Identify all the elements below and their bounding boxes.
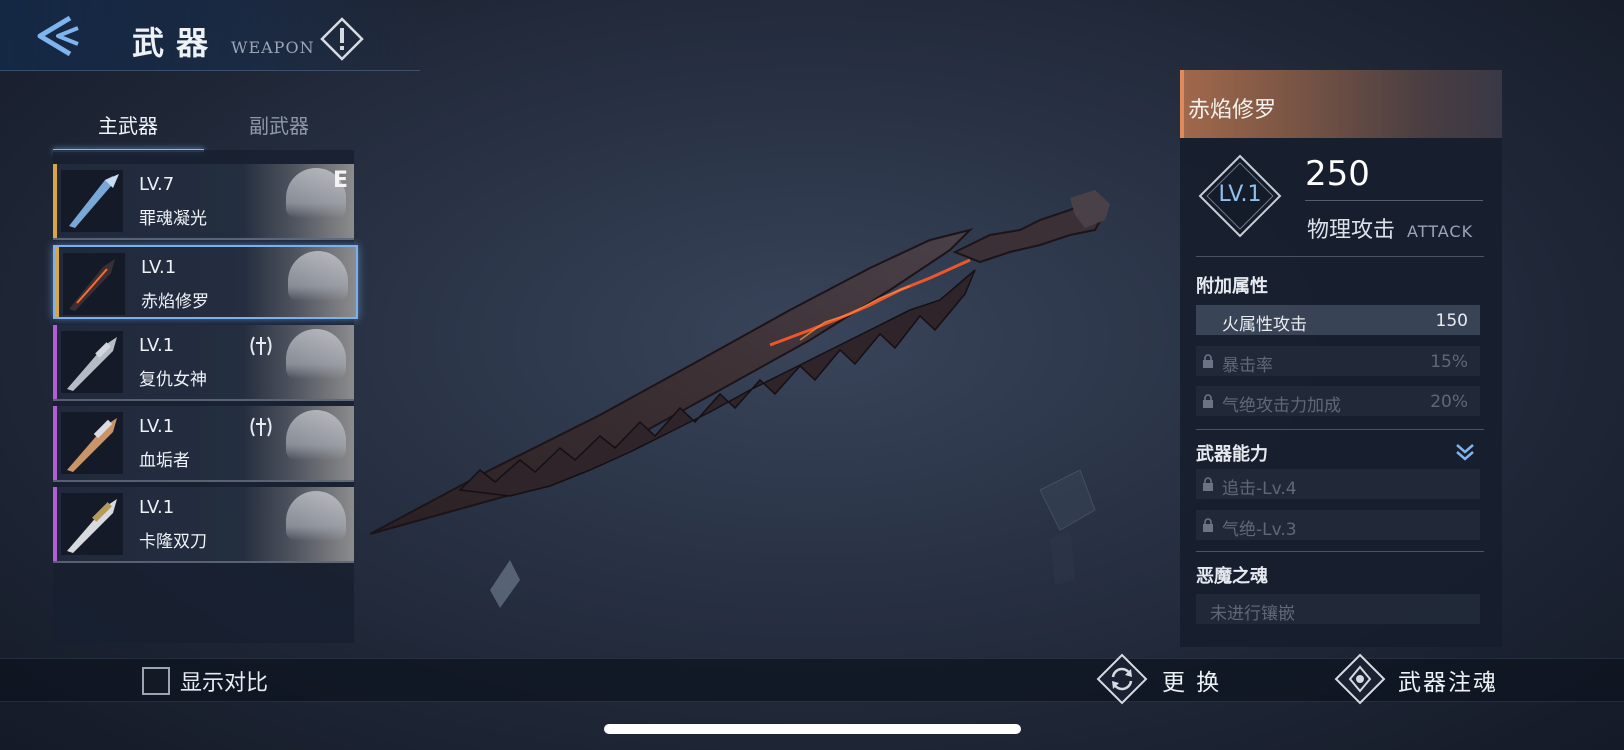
character-portrait bbox=[244, 487, 354, 561]
weapon-level: LV.7 bbox=[139, 174, 175, 195]
rarity-bar bbox=[55, 247, 59, 317]
weapon-row[interactable]: LV.1 复仇女神 bbox=[53, 325, 354, 401]
weapon-thumbnail bbox=[63, 253, 125, 315]
detail-header-accent bbox=[1180, 70, 1184, 138]
weapon-row-selected[interactable]: LV.1 赤焰修罗 bbox=[53, 245, 358, 319]
ability-name: 追击-Lv.4 bbox=[1222, 479, 1297, 499]
weapon-name: 复仇女神 bbox=[139, 370, 207, 390]
weapon-artwork bbox=[370, 190, 1110, 535]
attack-label-en: ATTACK bbox=[1407, 222, 1474, 241]
lock-icon bbox=[1203, 394, 1213, 408]
lock-icon bbox=[1203, 518, 1213, 532]
attribute-value: 150 bbox=[1435, 311, 1468, 331]
double-chevron-down-icon[interactable] bbox=[1454, 442, 1476, 462]
attribute-name: 火属性攻击 bbox=[1222, 315, 1307, 335]
weapon-level: LV.1 bbox=[139, 335, 175, 356]
weapon-thumbnail bbox=[61, 170, 123, 232]
attribute-value: 20% bbox=[1430, 392, 1468, 412]
skill-icon bbox=[250, 417, 272, 437]
compare-label[interactable]: 显示对比 bbox=[180, 665, 268, 697]
weapon-name: 赤焰修罗 bbox=[141, 292, 209, 312]
replace-button[interactable]: 更 换 bbox=[1162, 663, 1221, 697]
demon-soul-slot[interactable]: 未进行镶嵌 bbox=[1196, 594, 1480, 624]
floating-shard bbox=[490, 560, 520, 608]
rarity-bar bbox=[53, 325, 57, 399]
attack-label: 物理攻击 bbox=[1307, 218, 1396, 243]
rarity-bar bbox=[53, 487, 57, 561]
section-divider bbox=[1196, 551, 1484, 552]
tab-main-weapon[interactable]: 主武器 bbox=[53, 108, 203, 150]
rarity-bar bbox=[53, 406, 57, 480]
page-title-en: WEAPON bbox=[231, 38, 315, 57]
attribute-value: 15% bbox=[1430, 352, 1468, 372]
weapon-level: LV.1 bbox=[141, 257, 177, 278]
weapon-abilities-title: 武器能力 bbox=[1196, 444, 1268, 465]
weapon-thumbnail bbox=[61, 493, 123, 555]
weapon-level: LV.1 bbox=[139, 497, 175, 518]
section-divider bbox=[1196, 256, 1484, 257]
section-divider bbox=[1196, 429, 1484, 430]
lock-icon bbox=[1203, 477, 1213, 491]
attribute-row-locked: 暴击率 15% bbox=[1196, 346, 1480, 376]
demon-soul-title: 恶魔之魂 bbox=[1196, 566, 1268, 587]
swap-icon[interactable] bbox=[1096, 653, 1148, 705]
weapon-row[interactable]: LV.1 卡隆双刀 bbox=[53, 487, 354, 563]
attribute-row-locked: 气绝攻击力加成 20% bbox=[1196, 386, 1480, 416]
skill-icon bbox=[250, 336, 272, 356]
back-arrow-icon[interactable] bbox=[28, 14, 84, 58]
compare-checkbox[interactable] bbox=[142, 667, 170, 695]
extra-attributes-title: 附加属性 bbox=[1196, 276, 1268, 297]
floating-shard bbox=[1040, 470, 1096, 585]
page-title: 武器 bbox=[132, 24, 221, 62]
home-indicator[interactable] bbox=[604, 724, 1021, 734]
weapon-name: 卡隆双刀 bbox=[139, 532, 207, 552]
weapon-row[interactable]: LV.7 罪魂凝光 E bbox=[53, 164, 354, 240]
attribute-name: 气绝攻击力加成 bbox=[1222, 396, 1341, 416]
attack-divider bbox=[1305, 200, 1483, 201]
ability-row-locked: 气绝-Lv.3 bbox=[1196, 510, 1480, 540]
tab-sub-weapon[interactable]: 副武器 bbox=[204, 108, 354, 150]
weapon-level: LV.1 bbox=[139, 416, 175, 437]
infuse-icon[interactable] bbox=[1334, 653, 1386, 705]
weapon-thumbnail bbox=[61, 412, 123, 474]
attack-value: 250 bbox=[1305, 154, 1370, 194]
info-icon[interactable] bbox=[320, 17, 364, 61]
rarity-bar bbox=[53, 164, 57, 238]
equipped-mark: E bbox=[332, 168, 348, 193]
weapon-thumbnail bbox=[61, 331, 123, 393]
weapon-infuse-button[interactable]: 武器注魂 bbox=[1398, 663, 1498, 697]
detail-level: LV.1 bbox=[1218, 182, 1262, 207]
demon-soul-empty-text: 未进行镶嵌 bbox=[1210, 604, 1295, 624]
attribute-name: 暴击率 bbox=[1222, 356, 1273, 376]
detail-weapon-name: 赤焰修罗 bbox=[1188, 98, 1277, 123]
attribute-row: 火属性攻击 150 bbox=[1196, 305, 1480, 335]
weapon-row[interactable]: LV.1 血垢者 bbox=[53, 406, 354, 482]
ability-row-locked: 追击-Lv.4 bbox=[1196, 469, 1480, 499]
weapon-name: 血垢者 bbox=[139, 451, 190, 471]
lock-icon bbox=[1203, 354, 1213, 368]
weapon-name: 罪魂凝光 bbox=[139, 209, 207, 229]
character-portrait bbox=[246, 247, 356, 317]
ability-name: 气绝-Lv.3 bbox=[1222, 520, 1297, 540]
